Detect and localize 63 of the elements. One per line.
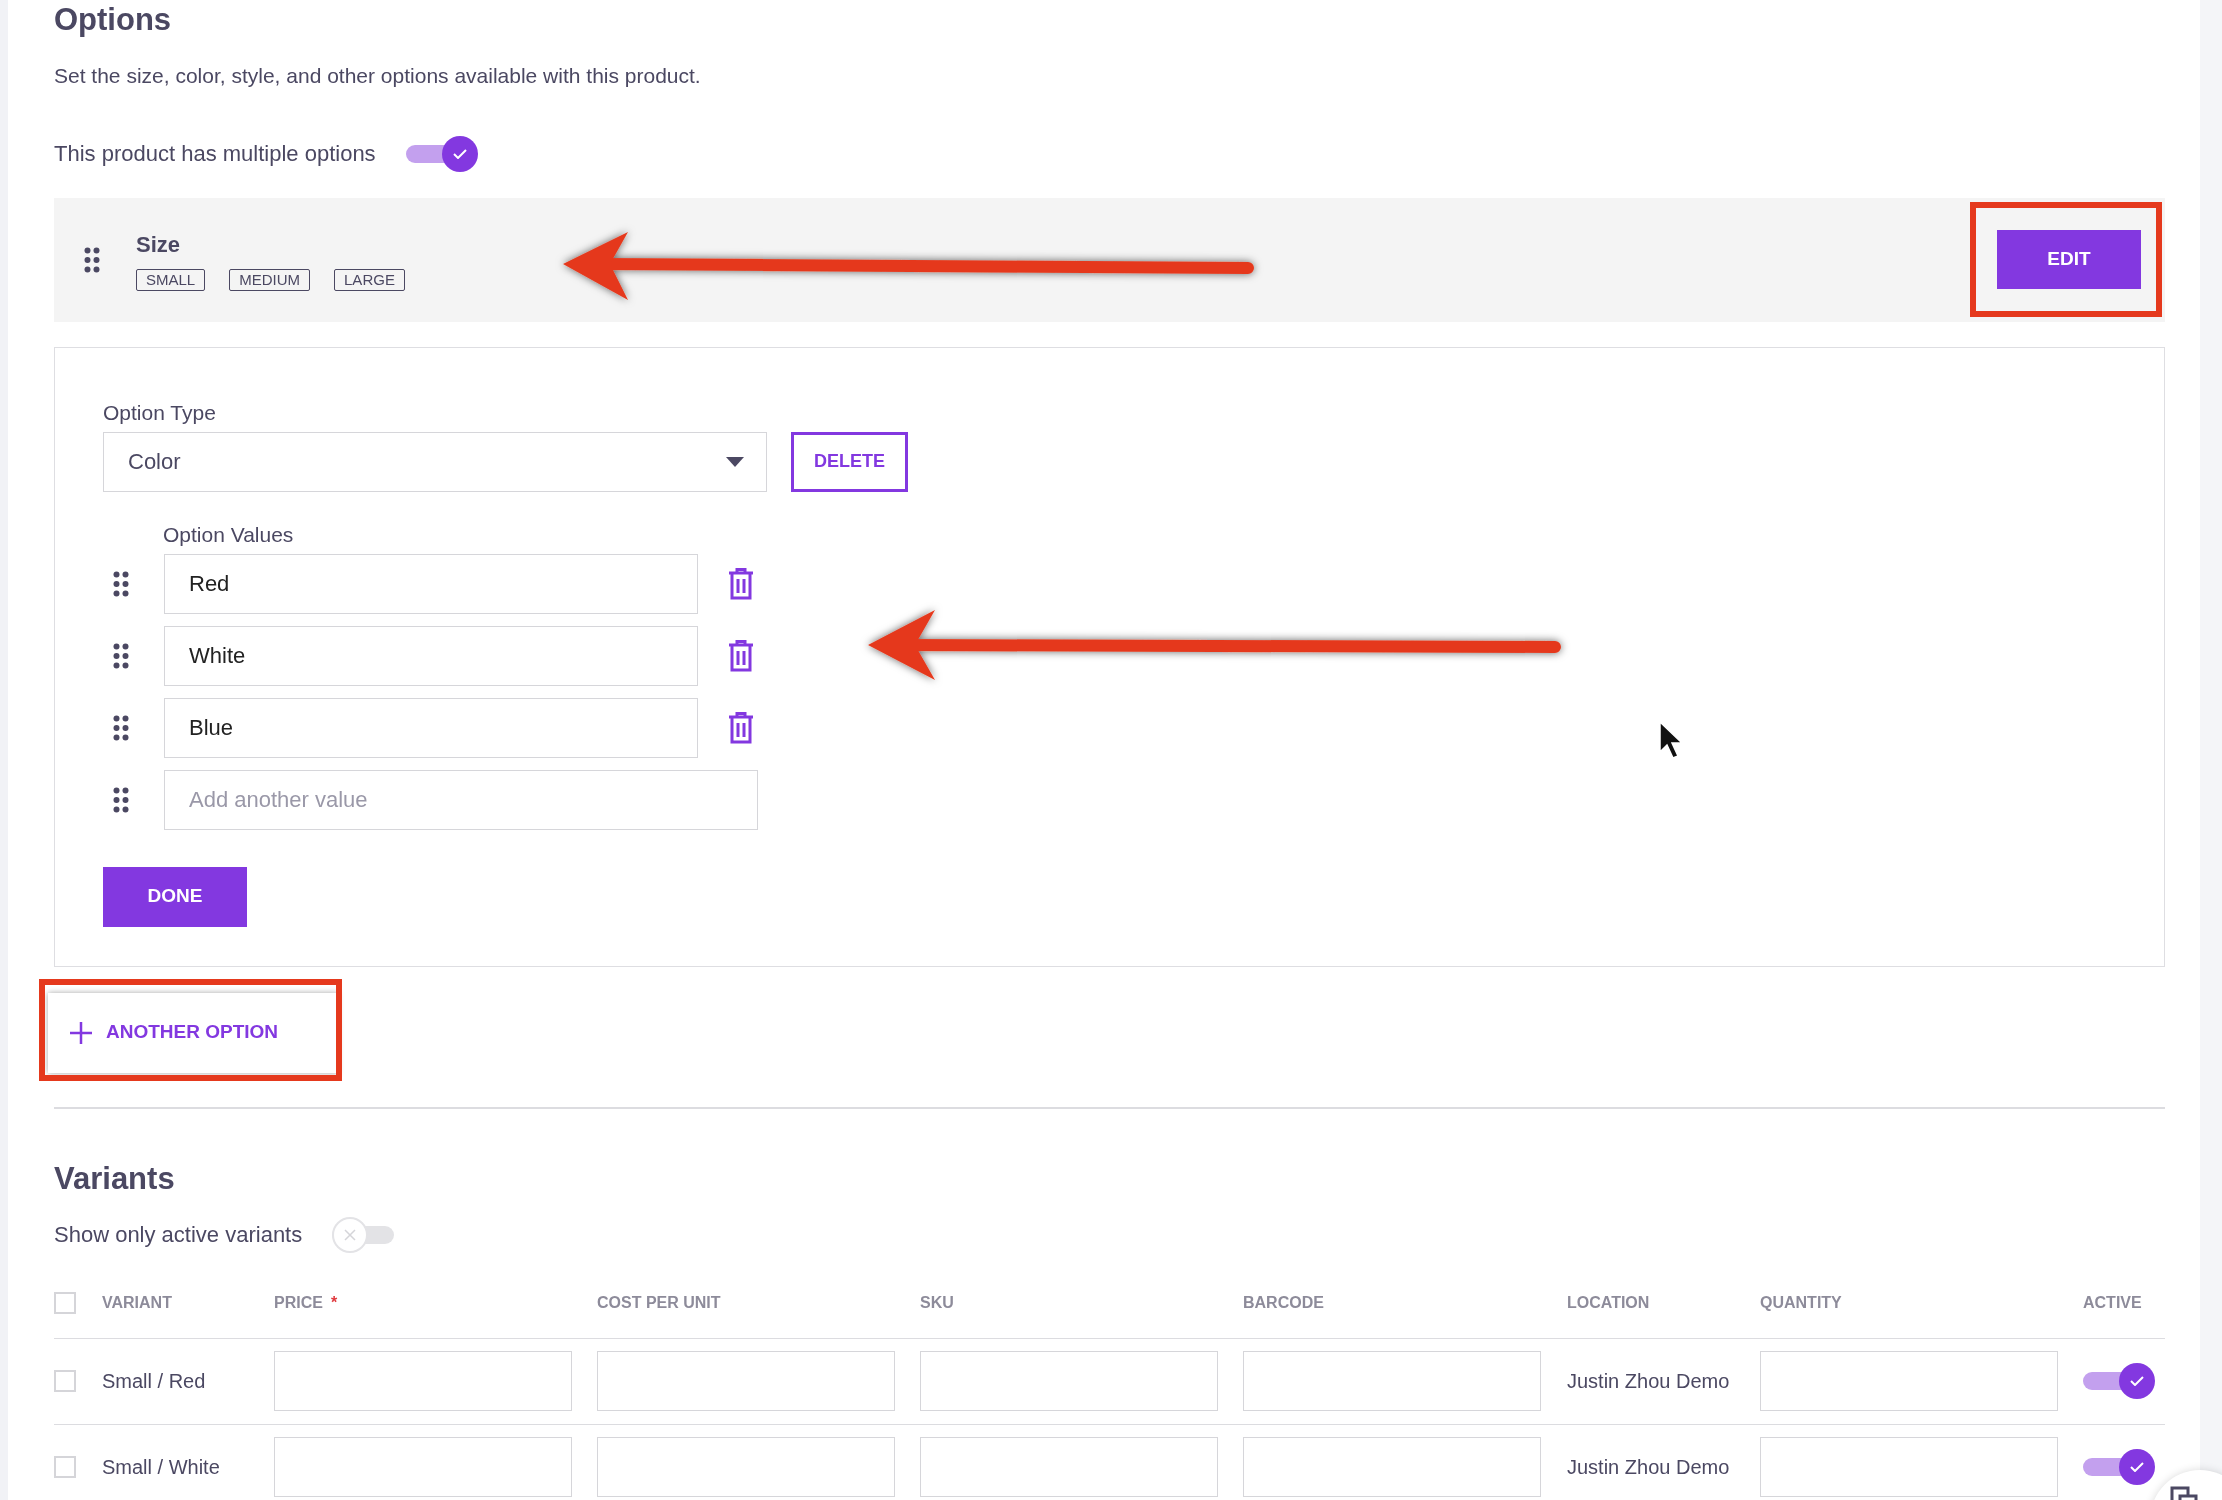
location-text: Justin Zhou Demo (1567, 1369, 1730, 1394)
toggle-label: This product has multiple options (54, 140, 376, 168)
table-input-field[interactable] (920, 1437, 1218, 1497)
done-button[interactable]: DONE (103, 866, 247, 927)
trash-icon[interactable] (728, 711, 754, 744)
toggle-switch[interactable] (2083, 1363, 2155, 1399)
section-description: Set the size, color, style, and other options available with this product. (54, 63, 702, 89)
required-mark: * (330, 1293, 338, 1313)
check-icon (2130, 1376, 2144, 1386)
caret-icon (726, 456, 744, 467)
trash-icon[interactable] (728, 639, 754, 672)
value-tag: SMALL (136, 269, 206, 291)
column-header: VARIANT (102, 1293, 172, 1313)
location-text: Justin Zhou Demo (1567, 1455, 1730, 1480)
column-header: BARCODE (1243, 1293, 1324, 1313)
column-header: PRICE (274, 1293, 323, 1313)
table-input-field[interactable] (597, 1437, 895, 1497)
trash-icon[interactable] (728, 567, 754, 600)
option-value-field[interactable]: Blue (164, 697, 698, 758)
drag-handle-icon[interactable] (84, 246, 100, 273)
column-header: LOCATION (1567, 1293, 1650, 1313)
variant-name: Small / Red (102, 1369, 206, 1394)
field-label: Option Values (163, 521, 295, 548)
value-tag: MEDIUM (229, 269, 311, 291)
checkbox[interactable] (54, 1370, 76, 1392)
table-input-field[interactable] (1243, 1437, 1541, 1497)
table-input-field[interactable] (597, 1351, 895, 1411)
quantity-field[interactable] (1760, 1351, 2058, 1411)
toggle-switch[interactable] (2083, 1449, 2155, 1485)
close-icon (343, 1227, 358, 1242)
drag-handle-icon[interactable] (113, 714, 129, 741)
section-title: Options (54, 2, 173, 38)
option-type-dropdown[interactable]: Color (103, 431, 767, 492)
column-header: QUANTITY (1760, 1293, 1842, 1313)
value-tag: LARGE (334, 269, 405, 291)
check-icon (452, 148, 467, 159)
table-input-field[interactable] (274, 1437, 572, 1497)
variant-name: Small / White (102, 1455, 220, 1480)
option-value-field[interactable]: White (164, 625, 698, 686)
table-input-field[interactable] (920, 1351, 1218, 1411)
edit-button[interactable]: EDIT (1997, 230, 2141, 289)
checkbox[interactable] (54, 1456, 76, 1478)
toggle-switch[interactable] (405, 135, 478, 172)
table-input-field[interactable] (274, 1351, 572, 1411)
quantity-field[interactable] (1760, 1437, 2058, 1497)
field-label: Option Type (103, 399, 217, 426)
plus-icon (70, 1021, 92, 1044)
option-name: Size (136, 231, 182, 259)
toggle-label: Show only active variants (54, 1221, 303, 1249)
delete-button[interactable]: DELETE (791, 431, 908, 492)
option-value-field[interactable]: Red (164, 553, 698, 614)
check-icon (2130, 1462, 2144, 1472)
column-header: COST PER UNIT (597, 1293, 721, 1313)
drag-handle-icon[interactable] (113, 642, 129, 669)
table-input-field[interactable] (1243, 1351, 1541, 1411)
drag-handle-icon[interactable] (113, 570, 129, 597)
add-option-button[interactable]: ANOTHER OPTION (48, 992, 338, 1073)
column-header: ACTIVE (2083, 1293, 2142, 1313)
checkbox[interactable] (54, 1292, 76, 1314)
section-title: Variants (54, 1160, 176, 1197)
option-value-field[interactable]: Add another value (164, 769, 758, 830)
column-header: SKU (920, 1293, 954, 1313)
drag-handle-icon[interactable] (113, 786, 129, 813)
